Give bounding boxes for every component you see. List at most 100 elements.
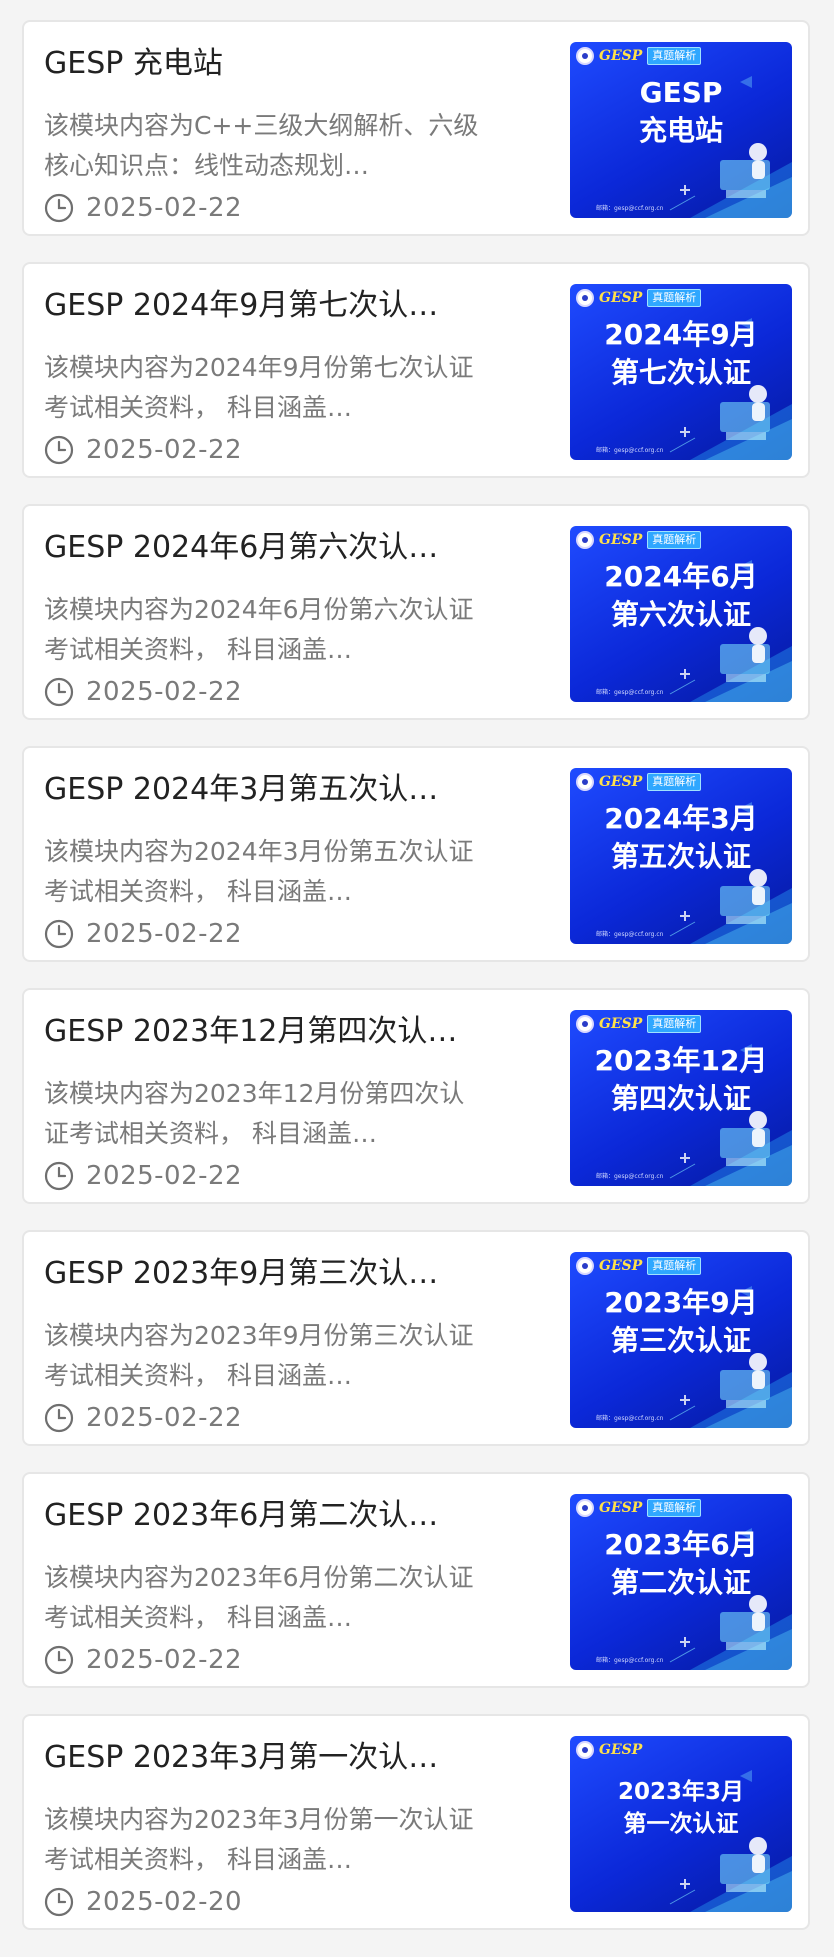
card-meta: 2025-02-22 <box>44 1159 242 1193</box>
ccf-logo <box>576 531 594 549</box>
card-title[interactable]: GESP 2023年6月第二次认… <box>44 1496 484 1536</box>
article-card[interactable]: GESP 充电站 该模块内容为C++三级大纲解析、六级核心知识点：线性动态规划… 2… <box>22 20 810 236</box>
thumb-tag: 真题解析 <box>647 47 702 65</box>
card-meta: 2025-02-22 <box>44 917 242 951</box>
card-description: 该模块内容为2024年6月份第六次认证考试相关资料， 科目涵盖… <box>44 595 474 664</box>
article-card[interactable]: GESP 2023年6月第二次认… 该模块内容为2023年6月份第二次认证考试相关… <box>22 1472 810 1688</box>
thumb-caption: 2023年6月 第二次认证 <box>570 1526 792 1602</box>
thumb-tag: 真题解析 <box>647 1257 702 1275</box>
thumb-caption: 2024年9月 第七次认证 <box>570 316 792 392</box>
ccf-logo <box>576 1015 594 1033</box>
thumb-brand: GESP <box>599 1742 643 1758</box>
ccf-logo <box>576 47 594 65</box>
thumb-line1: 2024年6月 <box>604 560 758 593</box>
card-thumbnail[interactable]: GESP 真题解析 2024年3月 第五次认证邮箱：gesp@ccf.org.cn <box>570 768 792 944</box>
card-thumbnail[interactable]: GESP 真题解析 2023年9月 第三次认证邮箱：gesp@ccf.org.cn <box>570 1252 792 1428</box>
thumb-tag: 真题解析 <box>647 1015 702 1033</box>
card-description: 该模块内容为2024年3月份第五次认证考试相关资料， 科目涵盖… <box>44 837 474 906</box>
thumb-tag: 真题解析 <box>647 289 702 307</box>
publish-date: 2025-02-22 <box>86 1161 243 1191</box>
card-description: 该模块内容为2023年3月份第一次认证考试相关资料， 科目涵盖… <box>44 1805 474 1874</box>
thumb-header: GESP 真题解析 <box>576 288 702 308</box>
clock-icon <box>44 193 74 223</box>
card-thumbnail[interactable]: GESP 真题解析 2024年9月 第七次认证邮箱：gesp@ccf.org.cn <box>570 284 792 460</box>
article-card[interactable]: GESP 2023年3月第一次认… 该模块内容为2023年3月份第一次认证考试相关… <box>22 1714 810 1930</box>
thumb-line2: 第四次认证 <box>610 1082 751 1115</box>
card-title[interactable]: GESP 2024年3月第五次认… <box>44 770 484 810</box>
thumb-header: GESP 真题解析 <box>576 772 702 792</box>
thumb-footer: 邮箱：gesp@ccf.org.cn <box>596 1657 664 1664</box>
thumb-caption: 2024年6月 第六次认证 <box>570 558 792 634</box>
publish-date: 2025-02-22 <box>86 193 243 223</box>
thumb-brand: GESP <box>599 774 643 790</box>
thumb-header: GESP 真题解析 <box>576 1498 702 1518</box>
publish-date: 2025-02-20 <box>86 1887 243 1917</box>
card-description: 该模块内容为2023年6月份第二次认证考试相关资料， 科目涵盖… <box>44 1563 474 1632</box>
thumb-tag: 真题解析 <box>647 531 702 549</box>
thumb-caption: 2023年3月 第一次认证 <box>570 1776 792 1840</box>
thumb-brand: GESP <box>599 1258 643 1274</box>
publish-date: 2025-02-22 <box>86 919 243 949</box>
article-card[interactable]: GESP 2023年12月第四次认… 该模块内容为2023年12月份第四次认证考试… <box>22 988 810 1204</box>
thumb-line1: 2023年12月 <box>594 1044 768 1077</box>
thumb-brand: GESP <box>599 48 643 64</box>
thumb-brand: GESP <box>599 290 643 306</box>
article-card[interactable]: GESP 2023年9月第三次认… 该模块内容为2023年9月份第三次认证考试相关… <box>22 1230 810 1446</box>
clock-icon <box>44 435 74 465</box>
ccf-logo <box>576 289 594 307</box>
thumb-brand: GESP <box>599 1016 643 1032</box>
ccf-logo <box>576 1257 594 1275</box>
clock-icon <box>44 919 74 949</box>
thumb-header: GESP 真题解析 <box>576 530 702 550</box>
card-description: 该模块内容为C++三级大纲解析、六级核心知识点：线性动态规划… <box>44 111 479 180</box>
thumb-line2: 第六次认证 <box>610 598 751 631</box>
thumb-caption: 2023年9月 第三次认证 <box>570 1284 792 1360</box>
thumb-footer: 邮箱：gesp@ccf.org.cn <box>596 1415 664 1422</box>
article-card[interactable]: GESP 2024年9月第七次认… 该模块内容为2024年9月份第七次认证考试相关… <box>22 262 810 478</box>
card-title[interactable]: GESP 2023年3月第一次认… <box>44 1738 484 1778</box>
thumb-footer: 邮箱：gesp@ccf.org.cn <box>596 931 664 938</box>
thumb-header: GESP 真题解析 <box>576 46 702 66</box>
thumb-brand: GESP <box>599 532 643 548</box>
thumb-line2: 第二次认证 <box>610 1566 751 1599</box>
card-title[interactable]: GESP 2023年9月第三次认… <box>44 1254 484 1294</box>
thumb-footer: 邮箱：gesp@ccf.org.cn <box>596 689 664 696</box>
article-card[interactable]: GESP 2024年3月第五次认… 该模块内容为2024年3月份第五次认证考试相关… <box>22 746 810 962</box>
publish-date: 2025-02-22 <box>86 677 243 707</box>
card-meta: 2025-02-22 <box>44 1401 242 1435</box>
thumb-footer: 邮箱：gesp@ccf.org.cn <box>596 447 664 454</box>
card-meta: 2025-02-22 <box>44 1643 242 1677</box>
thumb-line1: 2023年9月 <box>604 1286 758 1319</box>
thumb-caption: 2024年3月 第五次认证 <box>570 800 792 876</box>
thumb-footer: 邮箱：gesp@ccf.org.cn <box>596 1173 664 1180</box>
card-title[interactable]: GESP 2024年9月第七次认… <box>44 286 484 326</box>
card-title[interactable]: GESP 2024年6月第六次认… <box>44 528 484 568</box>
thumb-line2: 充电站 <box>638 114 723 147</box>
card-description: 该模块内容为2023年12月份第四次认证考试相关资料， 科目涵盖… <box>44 1079 465 1148</box>
card-thumbnail[interactable]: GESP 真题解析 2023年6月 第二次认证邮箱：gesp@ccf.org.cn <box>570 1494 792 1670</box>
thumb-line2: 第七次认证 <box>610 356 751 389</box>
thumb-header: GESP <box>576 1740 642 1760</box>
card-thumbnail[interactable]: GESP 真题解析 2024年6月 第六次认证邮箱：gesp@ccf.org.cn <box>570 526 792 702</box>
clock-icon <box>44 1887 74 1917</box>
thumb-tag: 真题解析 <box>647 773 702 791</box>
thumb-line1: 2024年9月 <box>604 318 758 351</box>
clock-icon <box>44 1403 74 1433</box>
thumb-line2: 第五次认证 <box>610 840 751 873</box>
article-card[interactable]: GESP 2024年6月第六次认… 该模块内容为2024年6月份第六次认证考试相关… <box>22 504 810 720</box>
card-title[interactable]: GESP 充电站 <box>44 44 484 84</box>
card-thumbnail[interactable]: GESP 真题解析 GESP 充电站 邮箱：gesp@ccf.org.cn <box>570 42 792 218</box>
card-title[interactable]: GESP 2023年12月第四次认… <box>44 1012 484 1052</box>
clock-icon <box>44 1161 74 1191</box>
publish-date: 2025-02-22 <box>86 1403 243 1433</box>
thumb-header: GESP 真题解析 <box>576 1014 702 1034</box>
clock-icon <box>44 1645 74 1675</box>
thumb-tag: 真题解析 <box>647 1499 702 1517</box>
thumb-caption: GESP 充电站 <box>570 74 792 150</box>
card-meta: 2025-02-20 <box>44 1885 242 1919</box>
card-thumbnail[interactable]: GESP 2023年3月 第一次认证 <box>570 1736 792 1912</box>
thumb-line2: 第三次认证 <box>610 1324 751 1357</box>
thumb-header: GESP 真题解析 <box>576 1256 702 1276</box>
card-thumbnail[interactable]: GESP 真题解析 2023年12月 第四次认证邮箱：gesp@ccf.org.cn <box>570 1010 792 1186</box>
card-meta: 2025-02-22 <box>44 675 242 709</box>
